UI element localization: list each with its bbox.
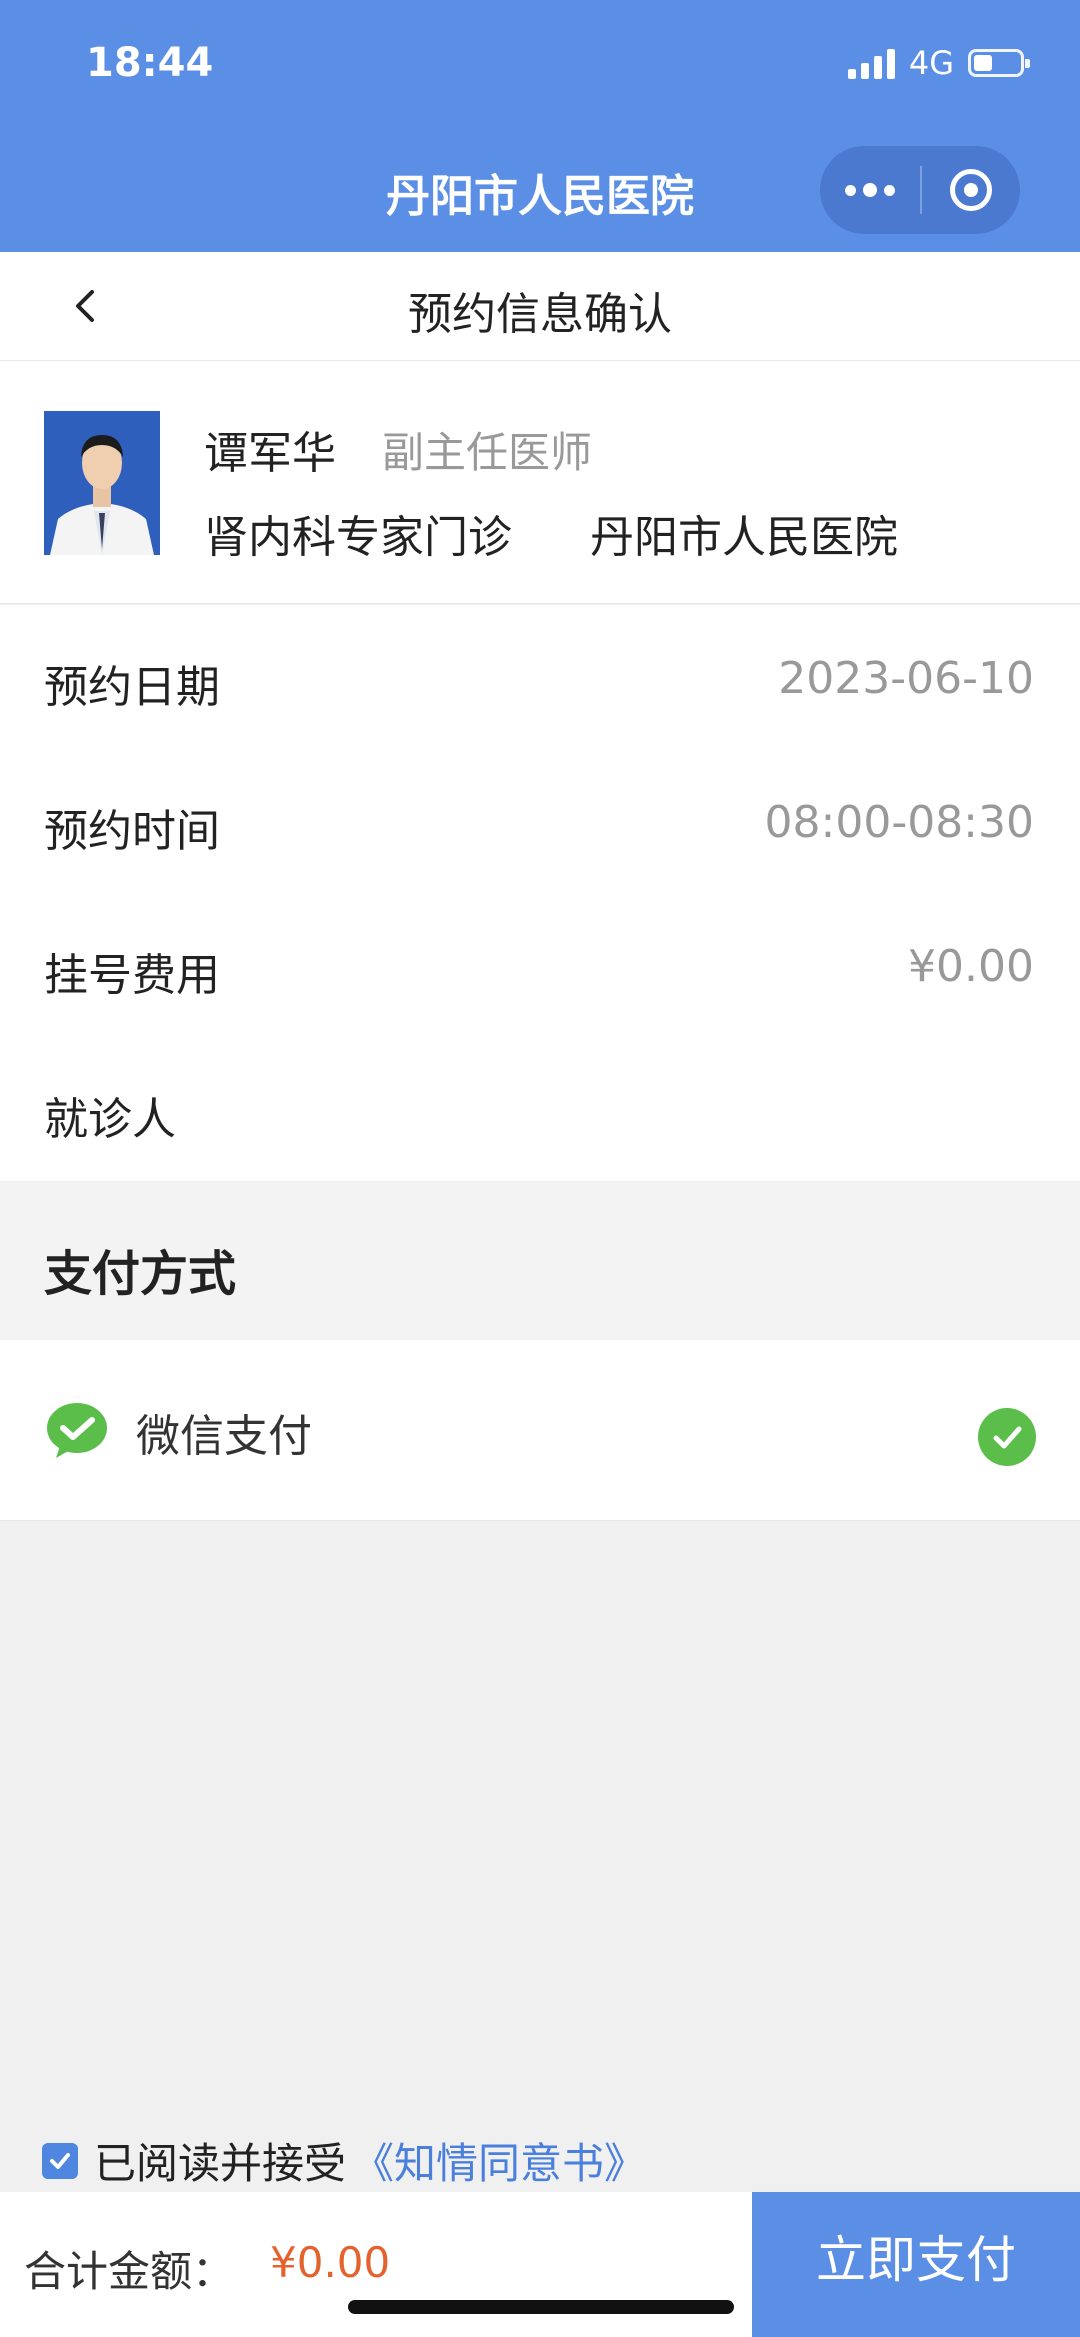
appointment-date-row: 预约日期 2023-06-10 <box>0 605 1080 750</box>
doctor-hospital: 丹阳市人民医院 <box>590 512 898 563</box>
consent-form-link[interactable]: 《知情同意书》 <box>352 2130 646 2191</box>
section-title: 支付方式 <box>44 1246 237 1302</box>
info-value: 2023-06-10 <box>778 653 1034 704</box>
payment-section-header: 支付方式 <box>0 1182 1080 1340</box>
nav-bar: 丹阳市人民医院 <box>0 130 1080 252</box>
agreement-text: 已阅读并接受 <box>94 2139 347 2188</box>
doctor-department: 肾内科专家门诊 <box>204 512 512 563</box>
pay-now-button[interactable]: 立即支付 <box>752 2192 1080 2337</box>
doctor-card: 谭军华 副主任医师 肾内科专家门诊 丹阳市人民医院 <box>0 361 1080 604</box>
target-circle-icon[interactable] <box>922 146 1020 234</box>
home-indicator <box>348 2300 734 2314</box>
registration-fee-row: 挂号费用 ¥0.00 <box>0 893 1080 1038</box>
wechat-pay-option[interactable]: 微信支付 <box>0 1340 1080 1521</box>
network-type: 4G <box>908 44 954 82</box>
page-header: 预约信息确认 <box>0 252 1080 361</box>
doctor-title: 副主任医师 <box>382 428 593 477</box>
total-label: 合计金额： <box>24 2247 235 2296</box>
appointment-time-row: 预约时间 08:00-08:30 <box>0 749 1080 894</box>
capsule-menu <box>820 146 1020 234</box>
info-label: 预约日期 <box>44 662 220 713</box>
info-label: 预约时间 <box>44 806 220 857</box>
agreement-row: 已阅读并接受 《知情同意书》 <box>42 2130 646 2191</box>
wechat-pay-icon <box>47 1403 107 1458</box>
info-label: 挂号费用 <box>44 950 220 1001</box>
page-title: 预约信息确认 <box>408 289 672 340</box>
status-indicators: 4G <box>847 44 1030 82</box>
signal-icon <box>847 47 895 79</box>
total-amount: ¥0.00 <box>270 2238 391 2287</box>
doctor-avatar <box>44 411 160 555</box>
info-value: ¥0.00 <box>908 941 1034 992</box>
doctor-name: 谭军华 <box>204 428 336 479</box>
checkout-bar: 合计金额： ¥0.00 立即支付 <box>0 2192 1080 2337</box>
more-dots-icon[interactable] <box>820 146 920 234</box>
patient-row[interactable]: 就诊人 <box>0 1037 1080 1181</box>
status-bar: 18:44 4G <box>0 0 1080 130</box>
info-label: 就诊人 <box>44 1094 176 1145</box>
agreement-checkbox[interactable] <box>42 2142 78 2179</box>
status-time: 18:44 <box>86 40 214 86</box>
check-circle-icon[interactable] <box>978 1408 1036 1466</box>
payment-method-label: 微信支付 <box>136 1411 312 1462</box>
info-value: 08:00-08:30 <box>764 797 1034 848</box>
battery-icon <box>968 49 1030 77</box>
